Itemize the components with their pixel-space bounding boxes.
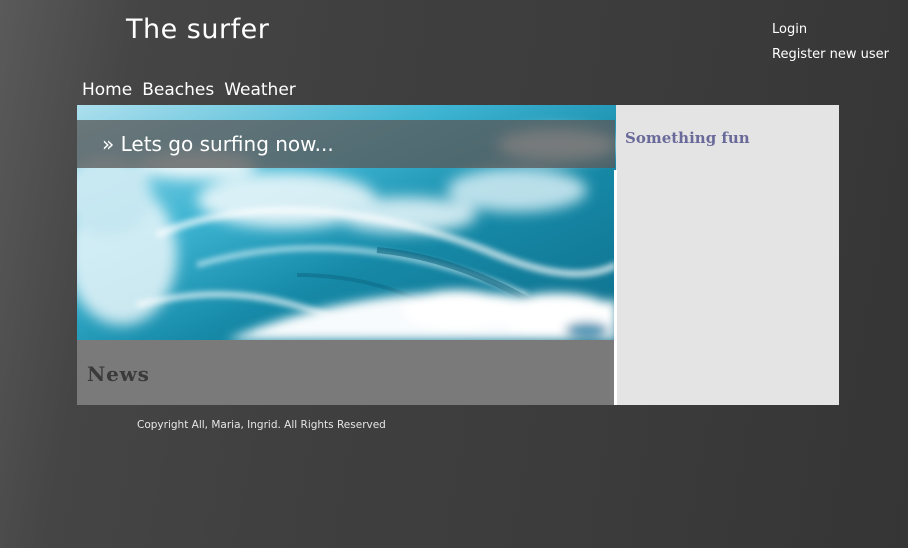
sidebar-heading: Something fun [625, 129, 750, 147]
hero: » Lets go surfing now... [77, 105, 616, 340]
auth-links: Login Register new user [772, 17, 889, 67]
hero-banner-text: » Lets go surfing now... [102, 132, 334, 156]
nav-item-weather[interactable]: Weather [224, 80, 296, 100]
column-divider [614, 170, 617, 405]
login-link[interactable]: Login [772, 17, 889, 42]
nav-item-beaches[interactable]: Beaches [142, 80, 214, 100]
content-area: » Lets go surfing now... News Something … [77, 105, 839, 405]
news-panel: News [77, 340, 614, 405]
register-link[interactable]: Register new user [772, 42, 889, 67]
site-title: The surfer [126, 14, 270, 45]
main-nav: Home Beaches Weather [82, 80, 296, 100]
copyright-text: Copyright All, Maria, Ingrid. All Rights… [137, 419, 386, 431]
nav-item-home[interactable]: Home [82, 80, 132, 100]
hero-banner: » Lets go surfing now... [77, 120, 615, 168]
news-heading: News [87, 362, 150, 386]
